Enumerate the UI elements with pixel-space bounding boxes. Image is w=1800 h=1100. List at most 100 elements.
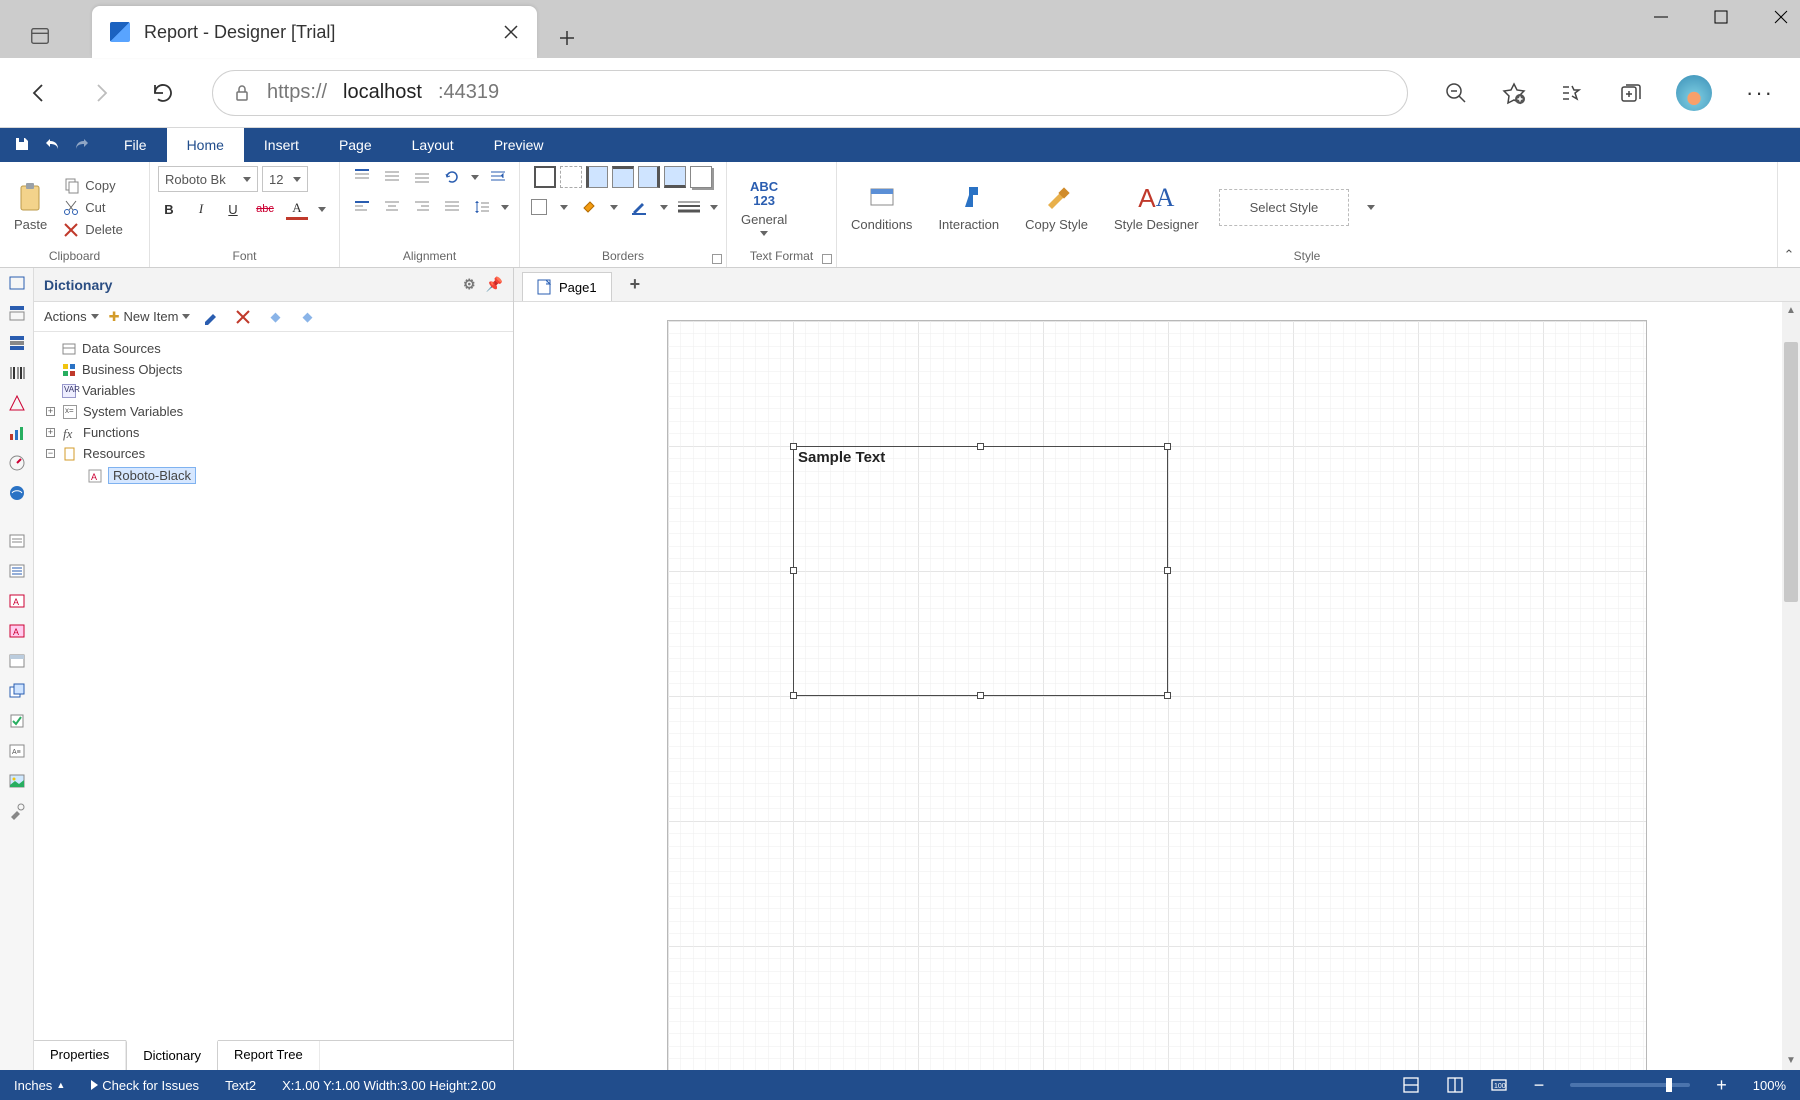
toolbox-crossband-icon[interactable] [6,332,28,354]
font-name-dropdown[interactable]: Roboto Bk [158,166,258,192]
bold-button[interactable]: B [158,198,180,220]
tree-business[interactable]: Business Objects [62,359,503,380]
paste-button[interactable]: Paste [8,181,53,234]
tree-functions[interactable]: +fxFunctions [62,422,503,443]
save-button[interactable] [14,136,30,155]
font-color-dropdown[interactable] [318,207,326,212]
font-color-button[interactable]: A [286,198,308,220]
window-close-button[interactable] [1770,6,1792,28]
page-tab-1[interactable]: Page1 [522,272,612,301]
collections-icon[interactable] [1618,81,1642,105]
tab-file[interactable]: File [104,128,167,162]
add-page-button[interactable]: + [616,268,655,301]
align-middle-button[interactable] [381,166,403,188]
borders-launcher[interactable] [712,254,722,264]
resize-handle[interactable] [790,692,797,699]
move-up-button[interactable]: ◆ [264,306,286,328]
bottom-tab-dictionary[interactable]: Dictionary [126,1040,218,1070]
strike-button[interactable]: abc [254,198,276,220]
textformat-launcher[interactable] [822,254,832,264]
style-gallery-more[interactable] [1367,205,1375,210]
new-tab-button[interactable] [547,18,587,58]
border-left-button[interactable] [586,166,608,188]
align-top-button[interactable] [351,166,373,188]
tab-insert[interactable]: Insert [244,128,319,162]
tree-resource-roboto[interactable]: ARoboto-Black [88,464,503,487]
bottom-tab-reporttree[interactable]: Report Tree [218,1041,320,1070]
undo-button[interactable] [44,136,60,155]
zoom-slider[interactable] [1570,1083,1690,1087]
toolbox-barcode-icon[interactable] [6,362,28,384]
favorite-add-icon[interactable] [1502,81,1526,105]
copy-button[interactable]: Copy [59,176,127,196]
toolbox-shape-icon[interactable] [6,392,28,414]
select-style-gallery[interactable]: Select Style [1219,189,1350,226]
report-page[interactable]: Sample Text al [667,320,1647,1070]
vertical-scrollbar[interactable]: ▲ ▼ [1782,302,1800,1070]
nav-back-button[interactable] [26,80,52,106]
nav-refresh-button[interactable] [150,80,176,106]
unit-selector[interactable]: Inches ▲ [14,1078,65,1093]
tab-layout[interactable]: Layout [392,128,474,162]
conditions-button[interactable]: Conditions [845,181,918,234]
interaction-button[interactable]: Interaction [932,181,1005,234]
zoom-in-button[interactable]: + [1716,1075,1727,1096]
text-format-button[interactable]: ABC123 General [735,178,793,238]
tree-datasources[interactable]: Data Sources [62,338,503,359]
toolbox-textcol-icon[interactable] [6,560,28,582]
favorites-icon[interactable] [1560,81,1584,105]
profile-avatar[interactable] [1676,75,1712,111]
view-mode-2-icon[interactable] [1446,1076,1464,1094]
new-item-dropdown[interactable]: ✚New Item [109,309,191,325]
toolbox-clone-icon[interactable] [6,680,28,702]
edit-item-button[interactable] [200,306,222,328]
toolbox-map-icon[interactable] [6,482,28,504]
resize-handle[interactable] [790,443,797,450]
border-none-button[interactable] [560,166,582,188]
ribbon-collapse-button[interactable]: ⌃ [1778,162,1800,267]
toolbox-text-icon[interactable] [6,530,28,552]
toolbox-image-icon[interactable] [6,770,28,792]
rotate-button[interactable] [441,166,463,188]
delete-button[interactable]: Delete [59,220,127,240]
style-designer-button[interactable]: AAStyle Designer [1108,181,1205,234]
copy-style-button[interactable]: Copy Style [1019,181,1094,234]
resize-handle[interactable] [1164,443,1171,450]
bottom-tab-properties[interactable]: Properties [34,1041,126,1070]
browser-menu-button[interactable]: ··· [1746,80,1774,106]
resize-handle[interactable] [1164,567,1171,574]
zoom-out-icon[interactable] [1444,81,1468,105]
border-right-button[interactable] [638,166,660,188]
border-shadow-button[interactable] [690,166,712,188]
move-down-button[interactable]: ◆ [296,306,318,328]
border-width-button[interactable] [678,196,700,218]
window-maximize-button[interactable] [1710,6,1732,28]
tree-resources[interactable]: −Resources [62,443,503,464]
zoom-out-button[interactable]: − [1534,1075,1545,1096]
toolbox-subreport-icon[interactable]: A≡ [6,740,28,762]
tab-home[interactable]: Home [167,128,244,162]
align-right-button[interactable] [411,196,433,218]
address-bar[interactable]: https://localhost:44319 [212,70,1408,116]
actions-dropdown[interactable]: Actions [44,309,99,324]
panel-settings-icon[interactable]: ⚙ [463,276,476,293]
tab-actions-icon[interactable] [18,14,62,58]
resize-handle[interactable] [977,692,984,699]
toolbox-gauge-icon[interactable] [6,452,28,474]
view-mode-1-icon[interactable] [1402,1076,1420,1094]
design-canvas[interactable]: Sample Text al ▲ ▼ [514,302,1800,1070]
panel-pin-icon[interactable]: 📌 [486,276,503,293]
toolbox-panel-icon[interactable] [6,650,28,672]
tab-preview[interactable]: Preview [474,128,564,162]
toolbox-tools-icon[interactable] [6,800,28,822]
toolbox-band-icon[interactable] [6,302,28,324]
resize-handle[interactable] [790,567,797,574]
toolbox-checkbox-icon[interactable] [6,710,28,732]
align-center-button[interactable] [381,196,403,218]
border-style-button[interactable] [528,196,550,218]
line-spacing-button[interactable] [471,196,493,218]
font-size-dropdown[interactable]: 12 [262,166,308,192]
tree-variables[interactable]: VARVariables [62,380,503,401]
border-top-button[interactable] [612,166,634,188]
border-bottom-button[interactable] [664,166,686,188]
